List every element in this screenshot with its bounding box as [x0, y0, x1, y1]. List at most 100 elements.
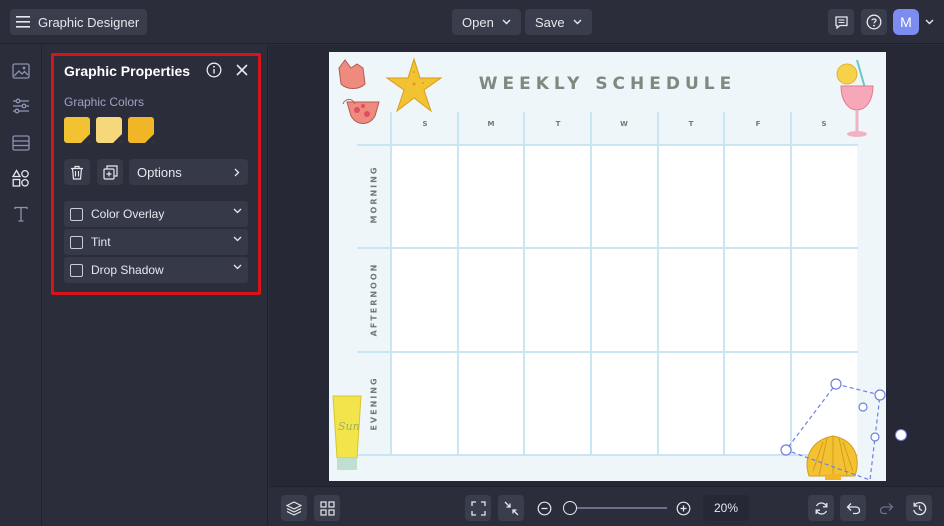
zoom-out-button[interactable] — [531, 495, 557, 521]
tint-row[interactable]: Tint — [64, 229, 248, 255]
close-icon[interactable] — [234, 62, 250, 78]
day-label-wed: W — [620, 120, 628, 128]
swatch-fill — [64, 117, 90, 143]
color-overlay-checkbox[interactable] — [70, 207, 83, 221]
tint-label: Tint — [91, 235, 111, 249]
swatch-fill — [96, 117, 122, 143]
top-bar: Graphic Designer Open Save M — [0, 0, 944, 44]
chevron-down-icon[interactable] — [233, 236, 242, 242]
text-icon — [14, 206, 28, 222]
layers-button[interactable] — [281, 495, 307, 521]
chevron-down-icon[interactable] — [233, 264, 242, 270]
duplicate-button[interactable] — [97, 159, 123, 185]
shapes-icon — [12, 169, 29, 187]
chevron-down-icon — [573, 19, 582, 25]
open-button[interactable]: Open — [452, 9, 521, 35]
weekly-schedule-document[interactable]: WEEKLY SCHEDULE S M T W T F S MORNING AF… — [329, 52, 907, 481]
bottom-bar: 20% — [269, 486, 944, 526]
save-button[interactable]: Save — [525, 9, 592, 35]
cocktail-graphic[interactable] — [831, 58, 881, 142]
sliders-icon — [13, 98, 29, 114]
selection-box[interactable] — [775, 376, 886, 481]
help-icon — [866, 14, 882, 30]
expand-icon — [470, 500, 486, 516]
zoom-slider-thumb[interactable] — [563, 501, 577, 515]
color-swatch-2[interactable] — [96, 117, 122, 143]
message-icon — [834, 15, 848, 29]
account-chevron-icon[interactable] — [925, 19, 934, 25]
day-label-fri: F — [755, 120, 761, 128]
zoom-slider-track[interactable] — [566, 507, 667, 509]
history-icon — [912, 501, 926, 515]
trash-icon — [71, 165, 83, 180]
sunscreen-label: Sun — [338, 420, 360, 433]
resize-handle[interactable] — [780, 444, 792, 456]
drop-shadow-checkbox[interactable] — [70, 263, 83, 277]
rail-layout[interactable] — [10, 132, 32, 154]
rail-text[interactable] — [10, 203, 32, 225]
options-button[interactable]: Options — [129, 159, 248, 185]
resize-handle[interactable] — [858, 402, 868, 412]
color-overlay-label: Color Overlay — [91, 207, 165, 221]
app-title: Graphic Designer — [38, 14, 140, 30]
day-label-thu: T — [688, 120, 694, 128]
app-menu-button[interactable]: Graphic Designer — [10, 9, 148, 35]
chevron-down-icon[interactable] — [233, 208, 242, 214]
row-label-afternoon: AFTERNOON — [369, 262, 379, 337]
resize-handle[interactable] — [870, 432, 880, 442]
grid-button[interactable] — [314, 495, 340, 521]
graphic-properties-panel: Graphic Properties Graphic Colors Option… — [51, 53, 261, 295]
undo-button[interactable] — [840, 495, 866, 521]
chevron-down-icon — [502, 19, 511, 25]
layout-icon — [12, 135, 30, 151]
options-label: Options — [137, 164, 182, 180]
avatar-initial: M — [900, 14, 912, 30]
tint-checkbox[interactable] — [70, 235, 83, 249]
day-label-mon: M — [487, 120, 495, 128]
redo-button[interactable] — [873, 495, 899, 521]
info-icon[interactable] — [206, 62, 222, 78]
chevron-right-icon — [234, 168, 240, 176]
zoom-out-icon — [537, 501, 551, 515]
drop-shadow-row[interactable]: Drop Shadow — [64, 257, 248, 283]
open-label: Open — [462, 14, 494, 30]
color-swatch-3[interactable] — [128, 117, 154, 143]
refresh-button[interactable] — [808, 495, 834, 521]
drop-shadow-label: Drop Shadow — [91, 263, 164, 277]
zoom-level[interactable]: 20% — [703, 495, 749, 521]
fit-to-screen-button[interactable] — [465, 495, 491, 521]
day-label-tue: T — [555, 120, 561, 128]
resize-handle[interactable] — [830, 378, 842, 390]
help-button[interactable] — [861, 9, 887, 35]
zoom-in-icon — [676, 501, 690, 515]
day-label-sun: S — [422, 120, 428, 128]
color-swatch-1[interactable] — [64, 117, 90, 143]
panel-title: Graphic Properties — [64, 63, 191, 79]
layers-icon — [286, 501, 302, 516]
row-label-evening: EVENING — [369, 376, 379, 431]
redo-icon — [879, 502, 893, 514]
save-label: Save — [535, 14, 565, 30]
refresh-icon — [815, 501, 827, 515]
row-label-morning: MORNING — [369, 165, 379, 224]
history-button[interactable] — [906, 495, 932, 521]
undo-icon — [846, 502, 860, 514]
user-avatar[interactable]: M — [893, 9, 919, 35]
rail-graphics[interactable] — [10, 167, 32, 189]
duplicate-icon — [102, 164, 118, 180]
swatch-fill — [128, 117, 154, 143]
rotate-handle[interactable] — [895, 429, 907, 441]
left-rail — [0, 45, 42, 526]
image-icon — [12, 63, 30, 79]
rail-images[interactable] — [10, 60, 32, 82]
color-overlay-row[interactable]: Color Overlay — [64, 201, 248, 227]
zoom-in-button[interactable] — [670, 495, 696, 521]
feedback-button[interactable] — [828, 9, 854, 35]
grid-icon — [319, 500, 335, 516]
rail-adjust[interactable] — [10, 95, 32, 117]
graphic-colors-label: Graphic Colors — [64, 95, 145, 109]
starfish-graphic[interactable] — [383, 56, 445, 116]
resize-handle[interactable] — [874, 389, 886, 401]
delete-button[interactable] — [64, 159, 90, 185]
shrink-button[interactable] — [498, 495, 524, 521]
